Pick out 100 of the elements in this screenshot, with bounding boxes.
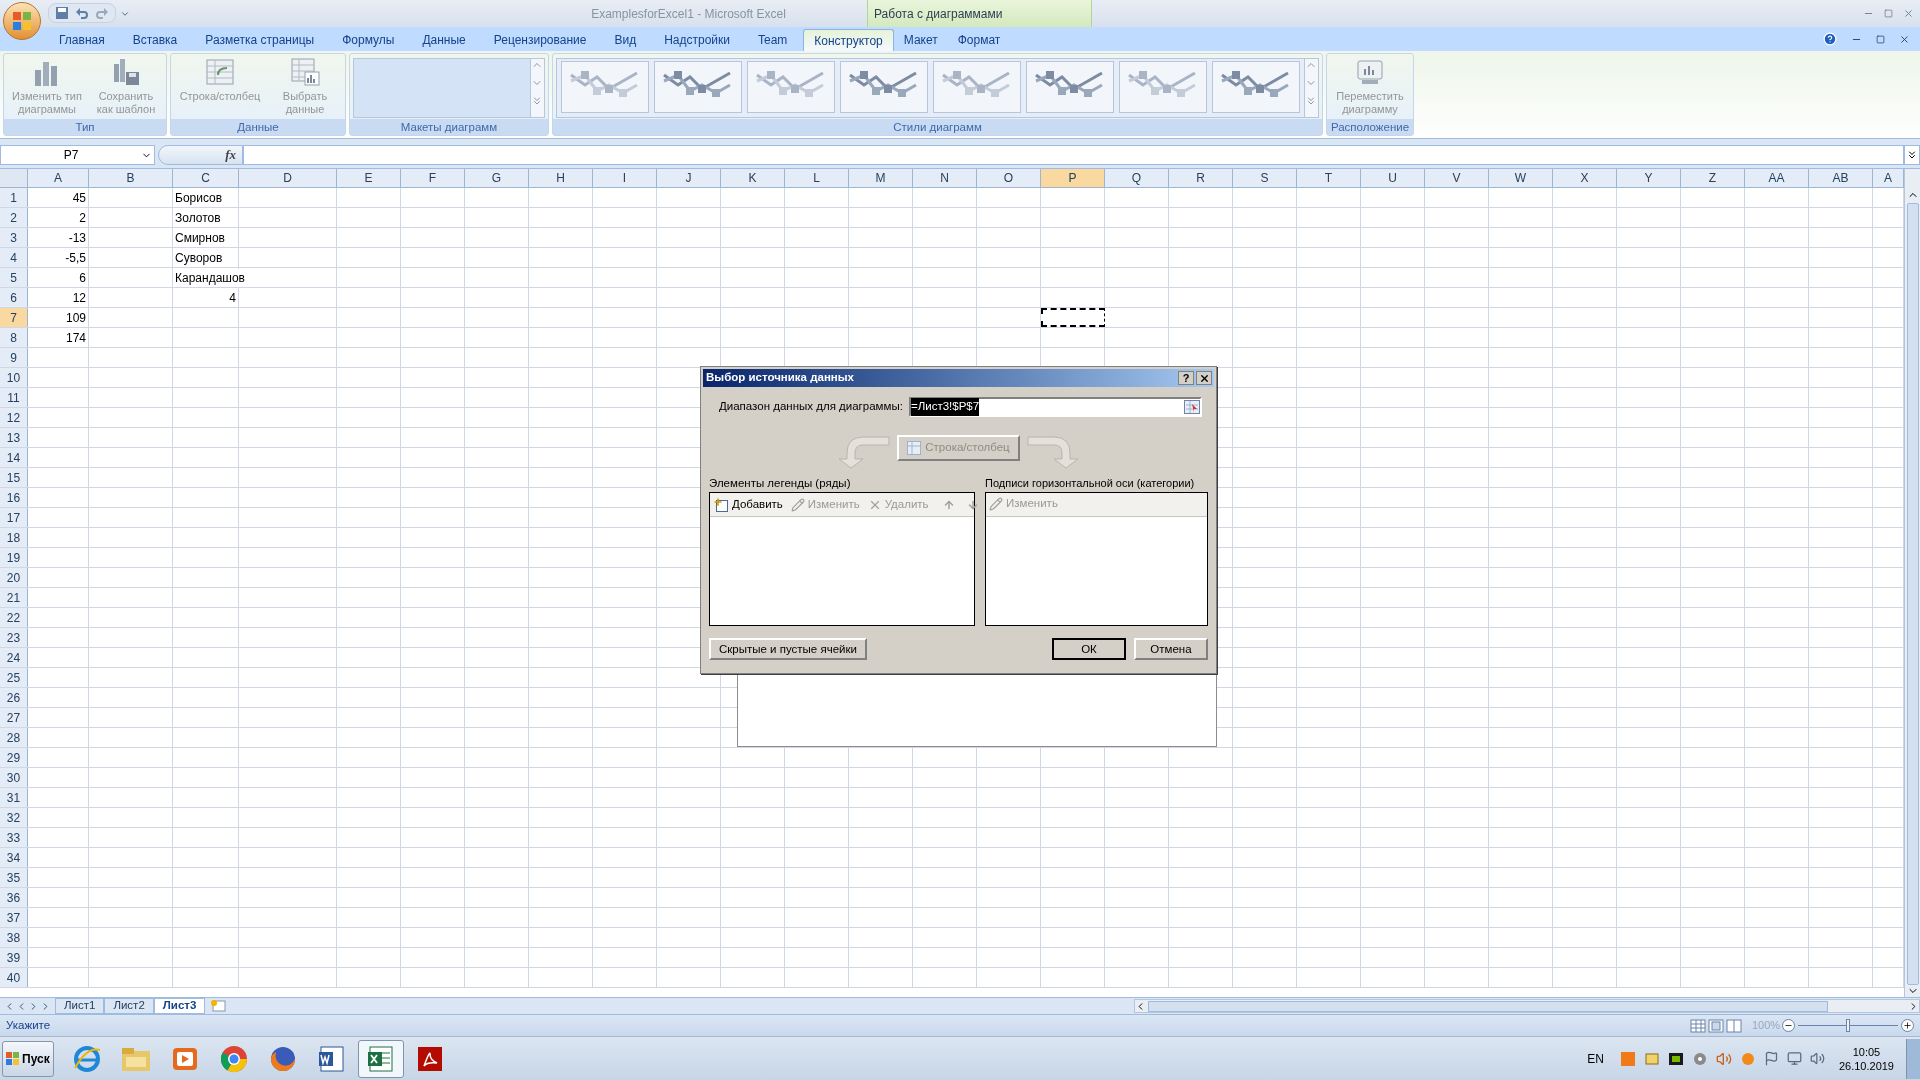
column-header[interactable]: V <box>1425 169 1489 187</box>
column-header[interactable]: S <box>1233 169 1297 187</box>
ribbon-tab[interactable]: Разметка страницы <box>191 29 329 51</box>
row-header[interactable]: 29 <box>0 748 28 767</box>
row-header[interactable]: 2 <box>0 208 28 227</box>
more-icon[interactable] <box>531 95 543 107</box>
chart-style-thumbnail[interactable] <box>1119 61 1207 113</box>
redo-icon[interactable] <box>95 6 109 20</box>
ribbon-tab[interactable]: Вид <box>600 29 651 51</box>
column-header[interactable]: Y <box>1617 169 1681 187</box>
ribbon-tab[interactable]: Надстройки <box>650 29 744 51</box>
row-header[interactable]: 31 <box>0 788 28 807</box>
ribbon-tab[interactable]: Team <box>744 29 802 51</box>
row-header[interactable]: 23 <box>0 628 28 647</box>
column-header[interactable]: I <box>593 169 657 187</box>
row-header[interactable]: 18 <box>0 528 28 547</box>
ribbon-tab[interactable]: Рецензирование <box>479 29 601 51</box>
row-header[interactable]: 30 <box>0 768 28 787</box>
sheet-tab[interactable]: Лист1 <box>55 998 105 1014</box>
row-header[interactable]: 1 <box>0 188 28 207</box>
row-header[interactable]: 25 <box>0 668 28 687</box>
column-header[interactable]: X <box>1553 169 1617 187</box>
row-header[interactable]: 19 <box>0 548 28 567</box>
row-header[interactable]: 3 <box>0 228 28 247</box>
scroll-thumb[interactable] <box>1906 202 1919 986</box>
customize-toolbar-icon[interactable] <box>120 9 130 19</box>
chart-style-thumbnail[interactable] <box>1026 61 1114 113</box>
row-header[interactable]: 32 <box>0 808 28 827</box>
column-header[interactable]: P <box>1041 169 1105 187</box>
clock[interactable]: 10:05 26.10.2019 <box>1838 1044 1894 1073</box>
dialog-button[interactable]: ОК <box>1052 638 1126 661</box>
taskbar-app[interactable] <box>358 1039 404 1078</box>
column-header[interactable]: C <box>173 169 239 187</box>
column-header[interactable]: AA <box>1745 169 1809 187</box>
column-header[interactable]: W <box>1489 169 1553 187</box>
column-header[interactable]: J <box>657 169 721 187</box>
row-header[interactable]: 13 <box>0 428 28 447</box>
help-icon[interactable] <box>1823 32 1837 46</box>
row-header[interactable]: 40 <box>0 968 28 987</box>
row-header[interactable]: 4 <box>0 248 28 267</box>
row-header[interactable]: 27 <box>0 708 28 727</box>
restore-icon[interactable] <box>1876 34 1885 44</box>
network-icon[interactable] <box>1786 1051 1802 1066</box>
save-icon[interactable] <box>55 6 69 20</box>
row-header[interactable]: 21 <box>0 588 28 607</box>
undo-icon[interactable] <box>75 6 89 20</box>
start-button[interactable]: Пуск <box>2 1040 54 1077</box>
row-header[interactable]: 17 <box>0 508 28 527</box>
row-header[interactable]: 24 <box>0 648 28 667</box>
zoom-in-icon[interactable] <box>1901 1019 1914 1032</box>
row-header[interactable]: 6 <box>0 288 28 307</box>
active-cell[interactable] <box>1041 308 1105 327</box>
volume-icon[interactable] <box>1715 1050 1732 1067</box>
row-header[interactable]: 15 <box>0 468 28 487</box>
column-header[interactable]: Z <box>1681 169 1745 187</box>
row-header[interactable]: 10 <box>0 368 28 387</box>
ribbon-tab[interactable]: Вставка <box>118 29 192 51</box>
range-field[interactable]: =Лист3!$P$7 <box>909 397 1202 417</box>
ribbon-tab[interactable]: Формат <box>947 29 1011 51</box>
zoom-slider[interactable] <box>1798 1019 1898 1032</box>
row-header[interactable]: 12 <box>0 408 28 427</box>
show-desktop-button[interactable] <box>1906 1038 1920 1079</box>
column-header[interactable]: F <box>401 169 465 187</box>
ribbon-tab[interactable]: Конструктор <box>803 29 894 51</box>
chart-style-thumbnail[interactable] <box>654 61 742 113</box>
column-header[interactable]: E <box>337 169 401 187</box>
column-header[interactable]: L <box>785 169 849 187</box>
close-icon[interactable] <box>1903 8 1914 19</box>
column-header[interactable]: T <box>1297 169 1361 187</box>
sheet-tab[interactable]: Лист2 <box>104 998 154 1014</box>
row-header[interactable]: 16 <box>0 488 28 507</box>
select-all-corner[interactable] <box>0 169 28 187</box>
page-break-icon[interactable] <box>1726 1018 1742 1033</box>
name-box[interactable]: P7 <box>0 145 155 165</box>
normal-view-icon[interactable] <box>1690 1018 1706 1033</box>
chart-style-thumbnail[interactable] <box>933 61 1021 113</box>
collapse-dialog-icon[interactable] <box>1184 400 1200 414</box>
more-icon[interactable] <box>1305 95 1317 107</box>
row-header[interactable]: 8 <box>0 328 28 347</box>
column-header[interactable]: U <box>1361 169 1425 187</box>
chart-style-thumbnail[interactable] <box>1212 61 1300 113</box>
dialog-button[interactable]: Отмена <box>1134 638 1208 661</box>
ribbon-tab[interactable]: Данные <box>408 29 480 51</box>
row-header[interactable]: 20 <box>0 568 28 587</box>
chart-style-thumbnail[interactable] <box>840 61 928 113</box>
maximize-icon[interactable] <box>1884 9 1893 18</box>
row-header[interactable]: 38 <box>0 928 28 947</box>
row-header[interactable]: 14 <box>0 448 28 467</box>
row-header[interactable]: 35 <box>0 868 28 887</box>
column-header[interactable]: K <box>721 169 785 187</box>
column-header[interactable]: R <box>1169 169 1233 187</box>
office-button[interactable] <box>3 2 41 40</box>
ribbon-tab[interactable]: Формулы <box>328 29 409 51</box>
list-tool-button[interactable]: Добавить <box>713 496 783 514</box>
row-header[interactable]: 28 <box>0 728 28 747</box>
tray-icon[interactable] <box>1667 1050 1684 1067</box>
column-header[interactable]: Q <box>1105 169 1169 187</box>
row-header[interactable]: 5 <box>0 268 28 287</box>
flag-icon[interactable] <box>1763 1051 1779 1066</box>
chart-style-thumbnail[interactable] <box>561 61 649 113</box>
